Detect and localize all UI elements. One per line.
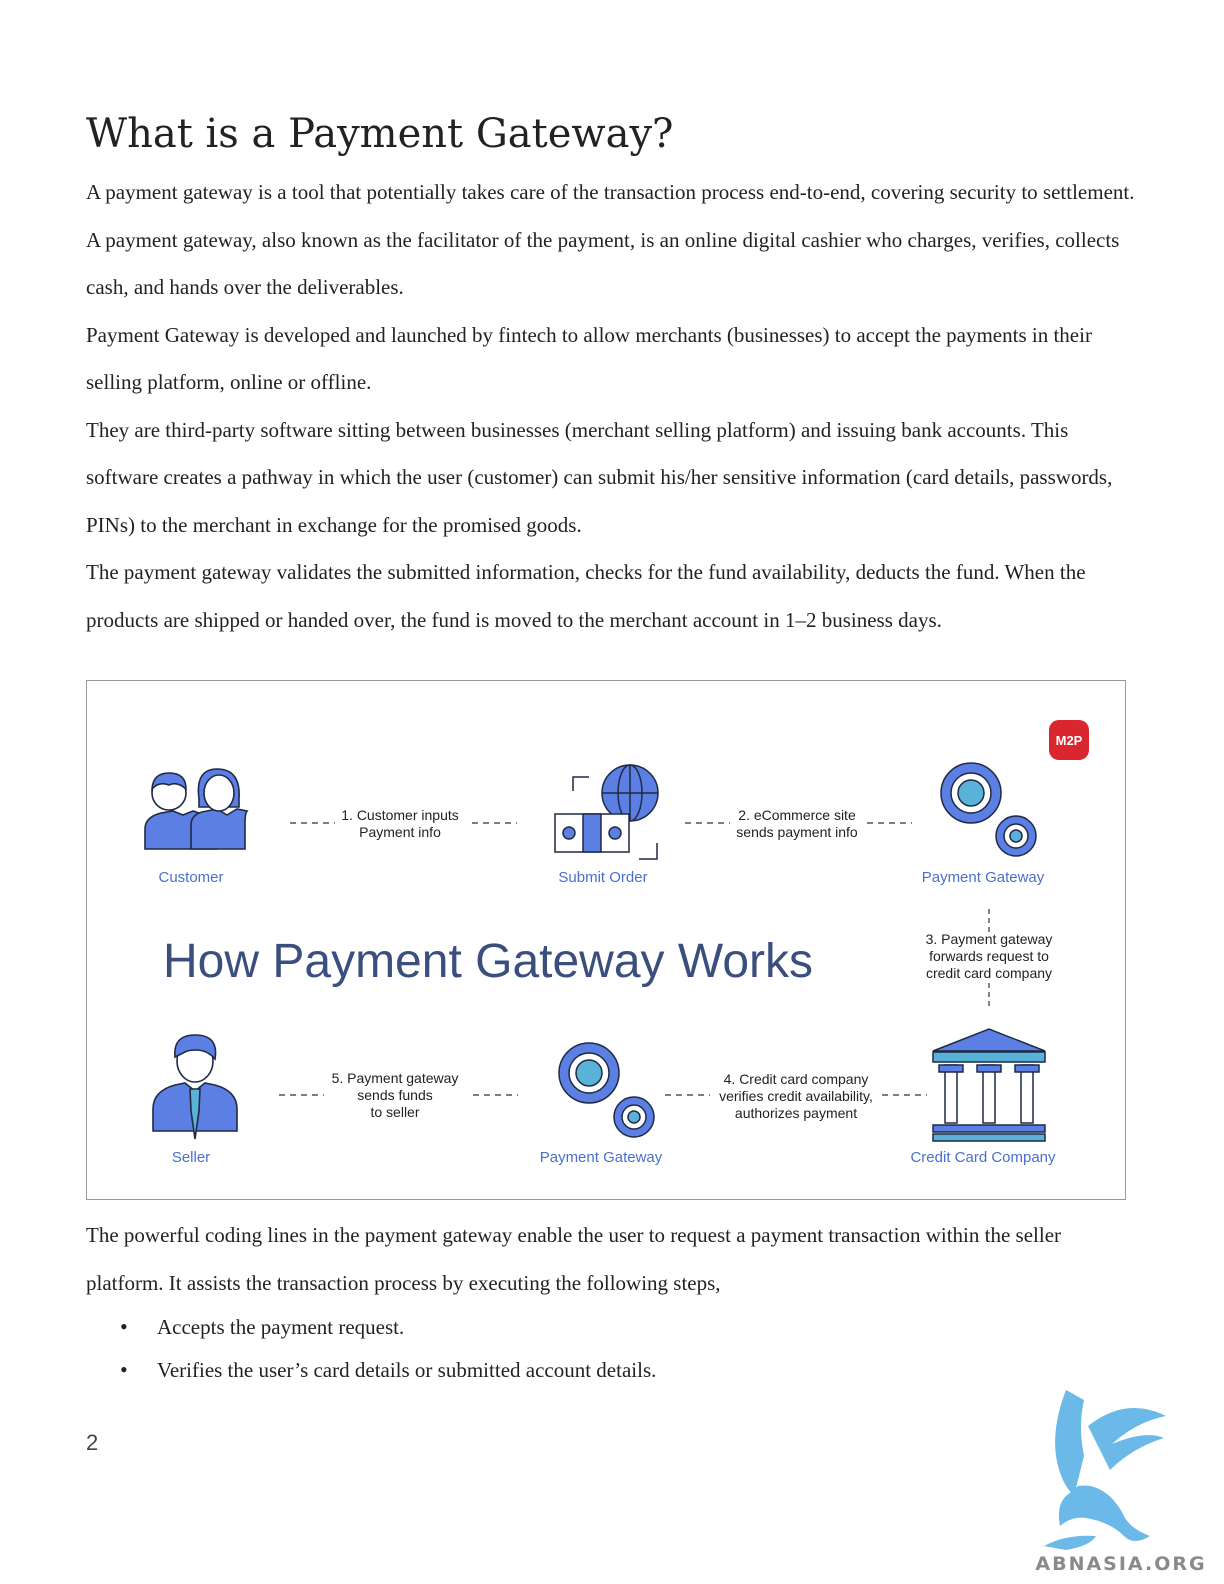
step4-line3: authorizes payment (735, 1105, 857, 1121)
paragraph: A payment gateway is a tool that potenti… (86, 180, 1135, 299)
step4-line1: 4. Credit card company (724, 1071, 869, 1087)
step5-line3: to seller (370, 1104, 419, 1120)
steps-list: Accepts the payment request. Verifies th… (86, 1306, 656, 1391)
paragraph: Payment Gateway is developed and launche… (86, 322, 1092, 395)
bank-icon (932, 1028, 1046, 1142)
m2p-badge: M2P (1049, 720, 1089, 760)
griffin-icon (1044, 1390, 1166, 1550)
submit-order-icon (554, 764, 659, 860)
list-item: Accepts the payment request. (86, 1306, 656, 1349)
credit-card-company-label: Credit Card Company (910, 1149, 1056, 1166)
step2-line1: 2. eCommerce site (738, 807, 856, 823)
customer-label: Customer (158, 869, 223, 886)
payment-gateway-diagram: M2P Customer Submit Order Payment Gatewa… (86, 680, 1126, 1200)
step5-line2: sends funds (357, 1087, 433, 1103)
abnasia-logo-watermark: ABNASIA.ORG (1035, 1390, 1206, 1575)
gears-icon (940, 762, 1037, 857)
payment-gateway-top-label: Payment Gateway (922, 869, 1045, 886)
customer-icon (144, 768, 249, 850)
paragraph: The powerful coding lines in the payment… (86, 1223, 1062, 1295)
svg-text:ABNASIA.ORG: ABNASIA.ORG (1035, 1553, 1206, 1575)
paragraph: They are third-party software sitting be… (86, 417, 1113, 537)
step4-line2: verifies credit availability, (719, 1088, 873, 1104)
after-diagram-text: The powerful coding lines in the payment… (86, 1212, 1136, 1307)
payment-gateway-bottom-label: Payment Gateway (540, 1149, 663, 1166)
step5-line1: 5. Payment gateway (332, 1070, 459, 1086)
paragraph: The payment gateway validates the submit… (86, 560, 1086, 632)
gears-icon (558, 1042, 655, 1138)
step1-line2: Payment info (359, 824, 441, 840)
intro-text: A payment gateway is a tool that potenti… (86, 169, 1136, 644)
seller-label: Seller (172, 1149, 210, 1166)
step3-line1: 3. Payment gateway (926, 931, 1053, 947)
badge-text: M2P (1056, 733, 1083, 748)
diagram-heading: How Payment Gateway Works (163, 935, 813, 988)
step3-line3: credit card company (926, 965, 1052, 981)
submit-order-label: Submit Order (558, 869, 647, 886)
step2-line2: sends payment info (736, 824, 858, 840)
list-item: Verifies the user’s card details or subm… (86, 1349, 656, 1392)
diagram-canvas: M2P Customer Submit Order Payment Gatewa… (144, 720, 1089, 1166)
page-title: What is a Payment Gateway? (86, 111, 674, 157)
seller-icon (152, 1034, 238, 1140)
step3-line2: forwards request to (929, 948, 1049, 964)
page-number: 2 (86, 1430, 99, 1455)
step1-line1: 1. Customer inputs (341, 807, 459, 823)
